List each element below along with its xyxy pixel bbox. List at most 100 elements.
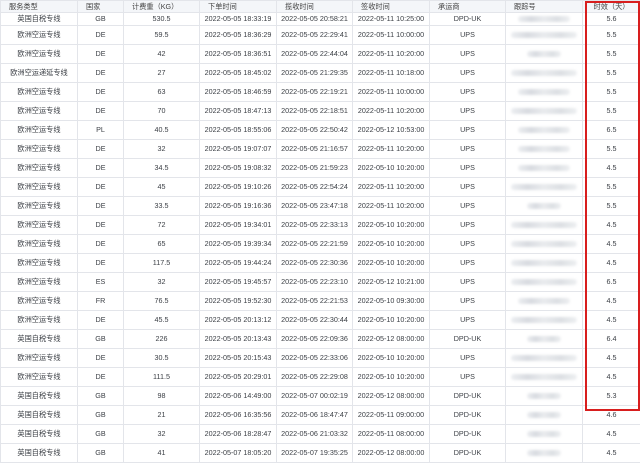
table-row[interactable]: 欧洲空运专线DE34.52022-05-05 19:08:322022-05-0… (1, 159, 640, 178)
table-row[interactable]: 欧洲空运专线DE33.52022-05-05 19:16:362022-05-0… (1, 197, 640, 216)
redaction-blur (511, 32, 577, 38)
column-header: 计费重（KG） (124, 1, 200, 13)
cell-weight: 45 (124, 178, 200, 197)
cell-tracking-number-redacted (506, 444, 583, 463)
header-row: 服务类型 国家 计费重（KG） 下单时间 揽收时间 签收时间 承运商 跟踪号 时… (1, 1, 640, 13)
cell-carrier: DPD-UK (430, 425, 506, 444)
redaction-blur (511, 260, 577, 266)
cell-carrier: DPD-UK (430, 330, 506, 349)
table-row[interactable]: 英国自税专线GB2262022-05-05 20:13:432022-05-05… (1, 330, 640, 349)
cell-sign-time: 2022-05-11 10:25:00 (353, 13, 430, 26)
table-row[interactable]: 欧洲空运专线DE59.52022-05-05 18:36:292022-05-0… (1, 26, 640, 45)
cell-weight: 33.5 (124, 197, 200, 216)
table-row[interactable]: 欧洲空运专线DE652022-05-05 19:39:342022-05-05 … (1, 235, 640, 254)
cell-days: 5.5 (583, 83, 640, 102)
cell-tracking-number-redacted (506, 254, 583, 273)
cell-service: 欧洲空运专线 (1, 26, 78, 45)
cell-weight: 32 (124, 273, 200, 292)
table-row[interactable]: 欧洲空运专线PL40.52022-05-05 18:55:062022-05-0… (1, 121, 640, 140)
cell-pickup-time: 2022-05-07 19:35:25 (277, 444, 353, 463)
table-row[interactable]: 英国自税专线GB322022-05-06 18:28:472022-05-06 … (1, 425, 640, 444)
cell-service: 欧洲空运专线 (1, 140, 78, 159)
cell-weight: 72 (124, 216, 200, 235)
cell-order-time: 2022-05-05 18:55:06 (200, 121, 277, 140)
cell-days: 5.5 (583, 178, 640, 197)
table-row[interactable]: 英国自税专线GB530.52022-05-05 18:33:192022-05-… (1, 13, 640, 26)
cell-country: DE (78, 45, 124, 64)
cell-pickup-time: 2022-05-05 22:33:06 (277, 349, 353, 368)
cell-sign-time: 2022-05-10 10:20:00 (353, 349, 430, 368)
column-header: 揽收时间 (277, 1, 353, 13)
cell-pickup-time: 2022-05-05 22:29:41 (277, 26, 353, 45)
cell-country: DE (78, 64, 124, 83)
cell-weight: 226 (124, 330, 200, 349)
cell-order-time: 2022-05-05 18:36:51 (200, 45, 277, 64)
cell-order-time: 2022-05-05 19:45:57 (200, 273, 277, 292)
cell-sign-time: 2022-05-12 08:00:00 (353, 330, 430, 349)
table-row[interactable]: 欧洲空运专线ES322022-05-05 19:45:572022-05-05 … (1, 273, 640, 292)
column-header: 签收时间 (353, 1, 430, 13)
cell-carrier: UPS (430, 349, 506, 368)
cell-carrier: UPS (430, 121, 506, 140)
table-row[interactable]: 欧洲空运专线DE45.52022-05-05 20:13:122022-05-0… (1, 311, 640, 330)
cell-weight: 32 (124, 425, 200, 444)
cell-service: 欧洲空运专线 (1, 45, 78, 64)
cell-sign-time: 2022-05-10 09:30:00 (353, 292, 430, 311)
cell-service: 英国自税专线 (1, 387, 78, 406)
cell-order-time: 2022-05-05 20:29:01 (200, 368, 277, 387)
cell-service: 欧洲空运专线 (1, 178, 78, 197)
cell-days: 4.5 (583, 425, 640, 444)
table-row[interactable]: 欧洲空运专线DE452022-05-05 19:10:262022-05-05 … (1, 178, 640, 197)
column-header: 时效（天） (583, 1, 640, 13)
cell-order-time: 2022-05-05 20:15:43 (200, 349, 277, 368)
cell-sign-time: 2022-05-11 10:20:00 (353, 45, 430, 64)
cell-sign-time: 2022-05-11 10:20:00 (353, 178, 430, 197)
cell-weight: 41 (124, 444, 200, 463)
table-row[interactable]: 欧洲空运专线DE632022-05-05 18:46:592022-05-05 … (1, 83, 640, 102)
cell-days: 5.5 (583, 64, 640, 83)
cell-days: 5.5 (583, 140, 640, 159)
cell-service: 欧洲空运专线 (1, 121, 78, 140)
table-row[interactable]: 欧洲空运专线FR76.52022-05-05 19:52:302022-05-0… (1, 292, 640, 311)
cell-carrier: UPS (430, 159, 506, 178)
cell-pickup-time: 2022-05-05 22:44:04 (277, 45, 353, 64)
table-row[interactable]: 欧洲空运专线DE422022-05-05 18:36:512022-05-05 … (1, 45, 640, 64)
cell-days: 4.5 (583, 254, 640, 273)
table-row[interactable]: 欧洲空运递延专线DE272022-05-05 18:45:022022-05-0… (1, 64, 640, 83)
table-row[interactable]: 英国自税专线GB412022-05-07 18:05:202022-05-07 … (1, 444, 640, 463)
table-row[interactable]: 欧洲空运专线DE322022-05-05 19:07:072022-05-05 … (1, 140, 640, 159)
cell-service: 英国自税专线 (1, 425, 78, 444)
cell-order-time: 2022-05-06 16:35:56 (200, 406, 277, 425)
table-row[interactable]: 英国自税专线GB982022-05-06 14:49:002022-05-07 … (1, 387, 640, 406)
table-row[interactable]: 欧洲空运专线DE30.52022-05-05 20:15:432022-05-0… (1, 349, 640, 368)
cell-pickup-time: 2022-05-05 21:29:35 (277, 64, 353, 83)
cell-tracking-number-redacted (506, 311, 583, 330)
redaction-blur (511, 317, 577, 323)
cell-country: DE (78, 140, 124, 159)
redaction-blur (518, 298, 570, 304)
cell-sign-time: 2022-05-10 10:20:00 (353, 216, 430, 235)
cell-weight: 117.5 (124, 254, 200, 273)
cell-order-time: 2022-05-05 19:44:24 (200, 254, 277, 273)
table-row[interactable]: 欧洲空运专线DE111.52022-05-05 20:29:012022-05-… (1, 368, 640, 387)
redaction-blur (527, 431, 561, 437)
table-row[interactable]: 英国自税专线GB212022-05-06 16:35:562022-05-06 … (1, 406, 640, 425)
cell-pickup-time: 2022-05-05 22:21:59 (277, 235, 353, 254)
redaction-blur (527, 336, 561, 342)
cell-service: 欧洲空运专线 (1, 254, 78, 273)
cell-tracking-number-redacted (506, 216, 583, 235)
table-row[interactable]: 欧洲空运专线DE722022-05-05 19:34:012022-05-05 … (1, 216, 640, 235)
cell-carrier: UPS (430, 197, 506, 216)
cell-weight: 34.5 (124, 159, 200, 178)
table-row[interactable]: 欧洲空运专线DE117.52022-05-05 19:44:242022-05-… (1, 254, 640, 273)
cell-country: GB (78, 406, 124, 425)
table-row[interactable]: 欧洲空运专线DE702022-05-05 18:47:132022-05-05 … (1, 102, 640, 121)
cell-carrier: UPS (430, 216, 506, 235)
cell-order-time: 2022-05-05 19:07:07 (200, 140, 277, 159)
cell-sign-time: 2022-05-11 08:00:00 (353, 425, 430, 444)
cell-tracking-number-redacted (506, 330, 583, 349)
cell-carrier: UPS (430, 292, 506, 311)
cell-pickup-time: 2022-05-05 20:58:21 (277, 13, 353, 26)
cell-tracking-number-redacted (506, 102, 583, 121)
cell-service: 欧洲空运递延专线 (1, 64, 78, 83)
